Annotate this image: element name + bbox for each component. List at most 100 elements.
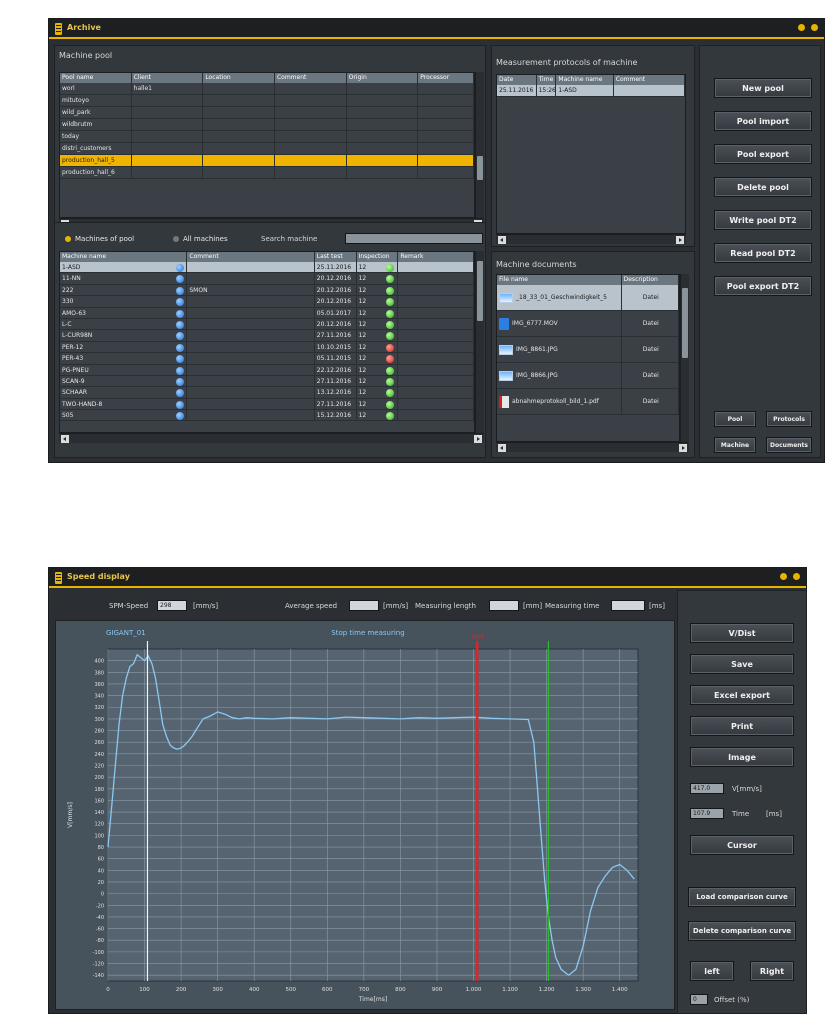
info-icon[interactable] (176, 343, 185, 352)
scroll-left-icon[interactable] (498, 236, 506, 244)
info-icon[interactable] (176, 286, 185, 295)
machines-vscroll-thumb[interactable] (477, 261, 483, 321)
excel-export-button[interactable]: Excel export (690, 685, 794, 705)
documents-view-button[interactable]: Documents (766, 437, 812, 453)
scroll-right-icon[interactable] (676, 236, 684, 244)
table-row[interactable]: IMG_8866.JPG Datei (497, 363, 679, 389)
pool-vscroll-thumb[interactable] (477, 156, 483, 180)
pool-import-button[interactable]: Pool import (714, 111, 812, 131)
scroll-left-icon[interactable] (498, 444, 506, 452)
column-header[interactable]: Pool name (60, 73, 132, 83)
info-icon[interactable] (176, 400, 185, 409)
radio-machines-of-pool[interactable]: Machines of pool (65, 235, 134, 243)
minimize-icon[interactable] (780, 573, 787, 580)
save-button[interactable]: Save (690, 654, 794, 674)
info-icon[interactable] (176, 389, 185, 398)
table-row[interactable]: SCAN-9 27.11.2016 12 (60, 375, 474, 388)
column-header[interactable]: Inspection (357, 252, 399, 262)
info-icon[interactable] (176, 377, 185, 386)
pool-export-dt2-button[interactable]: Pool export DT2 (714, 276, 812, 296)
column-header[interactable]: Description (622, 275, 679, 285)
table-row[interactable]: abnahmeprotokoll_bild_1.pdf Datei (497, 389, 679, 415)
load-comparison-curve-button[interactable]: Load comparison curve (688, 887, 796, 907)
info-icon[interactable] (176, 355, 185, 364)
table-row[interactable]: 1-ASD 25.11.2016 12 (60, 262, 474, 274)
table-row[interactable]: 222 SMON 20.12.2016 12 (60, 284, 474, 297)
v-dist-button[interactable]: V/Dist (690, 623, 794, 643)
scroll-right-icon[interactable] (474, 435, 482, 443)
info-icon[interactable] (176, 366, 185, 375)
column-header[interactable]: Client (132, 73, 204, 83)
documents-vscroll-thumb[interactable] (682, 288, 688, 358)
table-row[interactable]: worl halle1 (60, 83, 474, 95)
column-header[interactable]: Last test (315, 252, 357, 262)
column-header[interactable]: Location (203, 73, 275, 83)
pool-vscroll[interactable] (475, 72, 484, 218)
documents-vscroll[interactable] (680, 274, 689, 442)
scroll-right-icon[interactable] (679, 444, 687, 452)
table-row[interactable]: mitutoyo (60, 95, 474, 107)
write-pool-dt2-button[interactable]: Write pool DT2 (714, 210, 812, 230)
info-icon[interactable] (176, 412, 185, 421)
column-header[interactable]: Comment (187, 252, 315, 262)
column-header[interactable]: Comment (275, 73, 347, 83)
table-row[interactable]: TWO-HAND-8 27.11.2016 12 (60, 398, 474, 411)
table-row[interactable]: today (60, 131, 474, 143)
column-header[interactable]: Origin (347, 73, 419, 83)
machines-hscroll[interactable] (59, 433, 484, 443)
close-icon[interactable] (811, 24, 818, 31)
right-button[interactable]: Right (750, 961, 794, 981)
documents-hscroll[interactable] (496, 442, 689, 452)
info-icon[interactable] (176, 264, 185, 272)
speed-titlebar[interactable]: Speed display (49, 568, 806, 588)
table-row[interactable]: IMG_6777.MOV Datei (497, 311, 679, 337)
info-icon[interactable] (176, 332, 185, 341)
table-row[interactable]: SCHAAR 13.12.2016 12 (60, 387, 474, 399)
table-row[interactable]: 11-NN 20.12.2016 12 (60, 273, 474, 285)
left-button[interactable]: left (690, 961, 734, 981)
delete-pool-button[interactable]: Delete pool (714, 177, 812, 197)
delete-comparison-curve-button[interactable]: Delete comparison curve (688, 921, 796, 941)
column-header[interactable]: File name (497, 275, 622, 285)
column-header[interactable]: Machine name (60, 252, 188, 262)
table-row[interactable]: _18_33_01_Geschwindigkeit_5 Datei (497, 285, 679, 311)
app-menu-icon[interactable] (55, 572, 62, 584)
table-row[interactable]: S05 15.12.2016 12 (60, 410, 474, 422)
column-header[interactable]: Machine name (556, 75, 614, 85)
print-button[interactable]: Print (690, 716, 794, 736)
table-row[interactable]: wildbrutm (60, 119, 474, 131)
image-button[interactable]: Image (690, 747, 794, 767)
column-header[interactable]: Date (497, 75, 537, 85)
info-icon[interactable] (176, 309, 185, 318)
search-machine-input[interactable] (345, 233, 483, 244)
column-header[interactable]: Time (537, 75, 557, 85)
offset-field[interactable]: 0 (690, 994, 708, 1005)
table-row[interactable]: IMG_8861.JPG Datei (497, 337, 679, 363)
new-pool-button[interactable]: New pool (714, 78, 812, 98)
table-row[interactable]: distri_customers (60, 143, 474, 155)
table-row[interactable]: L-C 20.12.2016 12 (60, 318, 474, 331)
column-header[interactable]: Processor (418, 73, 474, 83)
scroll-left-icon[interactable] (61, 435, 69, 443)
info-icon[interactable] (176, 320, 185, 329)
table-row[interactable]: 25.11.2016 15:26 1-ASD (497, 85, 685, 97)
table-row[interactable]: production_hall_6 (60, 167, 474, 179)
table-row[interactable]: production_hall_5 (60, 155, 474, 167)
app-menu-icon[interactable] (55, 23, 62, 35)
info-icon[interactable] (176, 298, 185, 307)
close-icon[interactable] (793, 573, 800, 580)
table-row[interactable]: PER-43 05.11.2015 12 (60, 353, 474, 365)
table-row[interactable]: AMO-63 05.01.2017 12 (60, 307, 474, 319)
cursor-button[interactable]: Cursor (690, 835, 794, 855)
info-icon[interactable] (176, 275, 185, 284)
machines-vscroll[interactable] (475, 251, 484, 433)
table-row[interactable]: L-CUR98N 27.11.2016 12 (60, 330, 474, 342)
protocols-hscroll[interactable] (496, 234, 686, 244)
table-row[interactable]: PG-PNEU 22.12.2016 12 (60, 364, 474, 376)
table-row[interactable]: wild_park (60, 107, 474, 119)
pool-export-button[interactable]: Pool export (714, 144, 812, 164)
table-row[interactable]: PER-12 10.10.2015 12 (60, 341, 474, 354)
read-pool-dt2-button[interactable]: Read pool DT2 (714, 243, 812, 263)
column-header[interactable]: Remark (398, 252, 474, 262)
column-header[interactable]: Comment (614, 75, 685, 85)
